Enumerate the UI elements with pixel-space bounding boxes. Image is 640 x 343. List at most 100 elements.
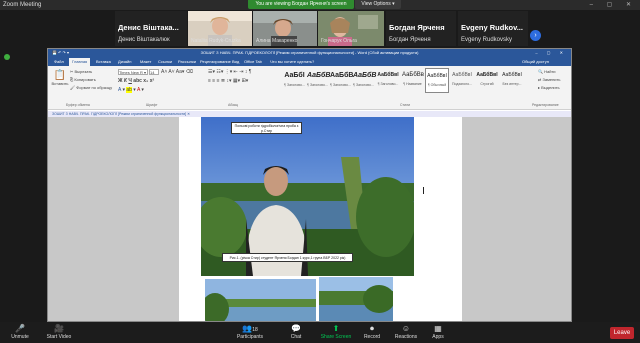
tab-office-tab[interactable]: Office Tab — [244, 59, 262, 64]
participants-count: 18 — [252, 327, 258, 333]
reactions-label: Reactions — [394, 334, 418, 340]
word-titlebar: 💾 ↶ ↷ ▾ ЗОШИТ З НАВЧ. ПРАК. ГІДРОЕКОЛОГІ… — [48, 49, 571, 57]
tell-me-search[interactable]: Что вы хотите сделать? — [270, 59, 314, 64]
tab-review[interactable]: Рецензирование — [200, 59, 231, 64]
select-button[interactable]: ▸ Выделить — [538, 85, 560, 90]
text-cursor — [423, 187, 425, 194]
style-caption: ¶ Заголово... — [353, 83, 374, 87]
font-size-select[interactable]: 14 — [149, 69, 159, 75]
style-heading[interactable]: АаБбВвІ ¶ Заголово... — [376, 68, 400, 93]
window-controls[interactable]: – ▢ ✕ — [590, 0, 637, 10]
ribbon-tabs: Файл Главная Вставка Дизайн Макет Ссылки… — [48, 57, 571, 66]
share-button[interactable]: Общий доступ — [522, 59, 549, 64]
tab-insert[interactable]: Вставка — [96, 59, 111, 64]
river-photo-3 — [319, 277, 393, 321]
document-tab[interactable]: ЗОШИТ З НАВЧ. ПРАК. ГІДРОЕКОЛОГІЇ [Режим… — [52, 112, 186, 116]
style-heading[interactable]: АаБбВ ¶ Заголово... — [353, 68, 376, 93]
style-sample: АаБбВ — [307, 72, 331, 79]
paste-label: Вставить — [51, 81, 69, 86]
apps-label: Apps — [432, 334, 444, 340]
font-color-buttons[interactable]: A ▾ ab ▾ A ▾ — [118, 87, 144, 93]
meeting-toolbar: 🎤 Unmute 🎥 Start Video 👥18 Participants 💬 Ch… — [0, 322, 640, 343]
participant-tile[interactable]: Денис Віштака... Денис Віштакалюк — [115, 11, 187, 46]
style-caption: Строгий — [480, 82, 494, 86]
tab-references[interactable]: Ссылки — [158, 59, 172, 64]
paragraph-group-label: Абзац — [228, 103, 238, 107]
replace-button[interactable]: ⇄ Заменить — [538, 77, 560, 82]
style-heading[interactable]: АаБбВ ¶ Заголово... — [330, 68, 353, 93]
font-group-label: Шрифт — [146, 103, 158, 107]
style-heading[interactable]: АаБбІ ¶ Заголово... — [284, 68, 305, 93]
apps-button[interactable]: ▦ Apps — [418, 324, 458, 340]
participant-big-name: Богдан Ярченя — [389, 23, 445, 32]
select-label: Выделить — [541, 85, 560, 90]
tab-mailings[interactable]: Рассылки — [178, 59, 196, 64]
participant-big-name: Денис Віштака... — [118, 23, 179, 32]
quick-access-icons[interactable]: 💾 ↶ ↷ ▾ — [52, 49, 69, 57]
clipboard-icon: 📋 — [53, 70, 67, 81]
style-normal[interactable]: АаБбВвІ ¶ Обычный — [425, 68, 449, 93]
style-no-spacing[interactable]: АаБбВвІ Без интер... — [500, 68, 524, 93]
style-title[interactable]: АаБбВв ¶ Название — [402, 68, 424, 93]
style-sample: АаБбВвІ — [427, 73, 447, 79]
unmute-button[interactable]: 🎤 Unmute — [0, 324, 40, 340]
document-page[interactable]: Польові роботи гідробіологічна проба з р… — [179, 117, 462, 321]
style-sample: АаБбВвІ — [452, 72, 472, 78]
find-button[interactable]: 🔍 Найти — [538, 69, 556, 74]
participant-tile[interactable]: Evgeny Rudkov... Evgeny Rudkovsky — [458, 11, 528, 46]
font-grow-icons[interactable]: A˄ A˅ Aa▾ ⌫ — [161, 69, 193, 75]
participant-tile[interactable]: Богдан Ярченя Богдан Ярченя — [386, 11, 456, 46]
list-buttons[interactable]: ☰▾ ☷▾ ⋮▾ ⇤ ⇥ ↕ ¶ — [208, 69, 251, 75]
word-window-controls[interactable]: – ▢ ✕ — [535, 49, 567, 57]
tab-file[interactable]: Файл — [54, 59, 64, 64]
leave-button[interactable]: Leave — [610, 327, 634, 339]
style-subtitle[interactable]: АаБбВвІ Подзаголо... — [450, 68, 474, 93]
font-name-value: Times New R — [119, 70, 143, 75]
photo-caption-bottom: Рис.1. (річка Стир) студент Ярченя Богда… — [222, 253, 353, 262]
format-painter-button[interactable]: 🖌 Формат по образцу — [70, 85, 112, 90]
tab-home[interactable]: Главная — [69, 58, 91, 66]
view-options-button[interactable]: View Options ▾ — [355, 0, 401, 9]
style-heading[interactable]: АаБбВ ¶ Заголово... — [307, 68, 331, 93]
participant-name: Гончарук Ольга — [321, 38, 357, 44]
view-options-label: View Options — [361, 1, 391, 7]
next-page-arrow-icon[interactable]: › — [530, 30, 541, 41]
style-caption: Подзаголо... — [452, 82, 472, 86]
apps-icon: ▦ — [434, 324, 442, 333]
participant-video-tile[interactable]: Алина Макаренко — [253, 11, 317, 46]
font-format-buttons[interactable]: Ж К Ч abc x₂ x² — [118, 78, 154, 84]
find-label: Найти — [544, 69, 556, 74]
participant-gallery: Денис Віштака... Денис Віштакалюк Natali… — [0, 10, 640, 46]
style-caption: ¶ Название — [403, 82, 422, 86]
participant-name: Алина Макаренко — [256, 38, 298, 44]
editing-group-label: Редактирование — [532, 103, 559, 107]
font-name-select[interactable]: Times New R ▾ — [118, 69, 148, 75]
start-video-button[interactable]: 🎥 Start Video — [38, 324, 80, 340]
participant-name: Evgeny Rudkovsky — [461, 37, 513, 43]
paste-button[interactable]: 📋 Вставить — [51, 70, 69, 86]
style-caption: Без интер... — [502, 82, 522, 86]
tab-view[interactable]: Вид — [232, 59, 239, 64]
style-caption: ¶ Заголово... — [284, 83, 305, 87]
style-sample: АаБбВв — [402, 72, 424, 78]
tab-layout[interactable]: Макет — [140, 59, 151, 64]
participants-button[interactable]: 👥18 Participants — [228, 324, 272, 340]
unmute-label: Unmute — [11, 334, 29, 340]
sharing-banner: You are viewing Богдан Ярченя's screen — [248, 0, 354, 9]
style-strong[interactable]: АаБбВвІ Строгий — [475, 68, 499, 93]
cut-button[interactable]: ✂ Вырезать — [70, 69, 92, 74]
font-size-value: 14 — [150, 70, 155, 75]
style-sample: АаБбВвІ — [502, 72, 522, 78]
copy-label: Копировать — [74, 77, 96, 82]
alignment-buttons[interactable]: ≡ ≡ ≡ ≣ ↕▾ ▦▾ ⊞▾ — [208, 78, 248, 84]
style-caption: ¶ Обычный — [427, 83, 447, 87]
participant-video-tile[interactable]: Nataliia Rudyk-Cruzka — [188, 11, 252, 46]
chat-button[interactable]: 💬 Chat — [276, 324, 316, 340]
copy-button[interactable]: ⎘ Копировать — [70, 77, 96, 82]
river-photo-2-image — [205, 279, 316, 321]
style-caption: ¶ Заголово... — [307, 83, 328, 87]
tab-design[interactable]: Дизайн — [118, 59, 131, 64]
cut-label: Вырезать — [74, 69, 93, 74]
participant-video-tile[interactable]: Гончарук Ольга — [318, 11, 384, 46]
style-sample: АаБбВвІ — [377, 72, 399, 78]
